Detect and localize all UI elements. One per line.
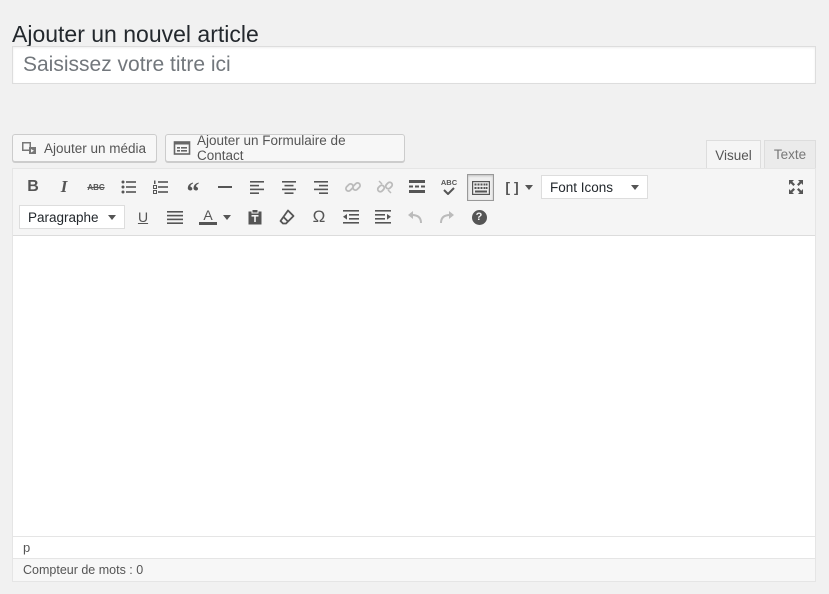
font-icons-label: Font Icons xyxy=(550,179,614,195)
link-icon xyxy=(344,178,362,196)
align-center-icon xyxy=(282,180,296,194)
omega-icon: Ω xyxy=(312,207,326,226)
remove-link-button[interactable] xyxy=(373,175,397,199)
justify-button[interactable] xyxy=(163,205,187,229)
shortcode-icon: [ ] xyxy=(505,179,519,195)
text-color-icon: A xyxy=(199,207,217,225)
editor-toolbar: B I ABC “ ABC [] Font Icons Paragraphe … xyxy=(13,169,815,236)
bold-button[interactable]: B xyxy=(21,175,45,199)
format-select[interactable]: Paragraphe xyxy=(19,205,125,229)
font-icons-select[interactable]: Font Icons xyxy=(541,175,648,199)
text-color-swatch xyxy=(199,222,217,225)
tab-visual-label: Visuel xyxy=(715,147,752,163)
word-count: Compteur de mots : 0 xyxy=(23,563,144,577)
underline-icon: U xyxy=(137,209,149,225)
title-field[interactable] xyxy=(12,46,816,84)
horizontal-rule-button[interactable] xyxy=(213,175,237,199)
redo-button[interactable] xyxy=(435,205,459,229)
strikethrough-button[interactable]: ABC xyxy=(84,175,108,199)
clear-formatting-button[interactable] xyxy=(275,205,299,229)
element-path[interactable]: p xyxy=(13,536,815,558)
insert-link-button[interactable] xyxy=(341,175,365,199)
quote-icon: “ xyxy=(186,177,200,206)
align-right-button[interactable] xyxy=(309,175,333,199)
tab-text[interactable]: Texte xyxy=(764,140,816,168)
numbered-list-button[interactable] xyxy=(149,175,173,199)
undo-icon xyxy=(407,210,423,224)
outdent-button[interactable] xyxy=(339,205,363,229)
blockquote-button[interactable]: “ xyxy=(181,175,205,206)
align-right-icon xyxy=(314,180,328,194)
fullscreen-icon xyxy=(788,179,804,195)
shortcode-button[interactable]: [ ] xyxy=(503,175,535,199)
indent-button[interactable] xyxy=(371,205,395,229)
chevron-down-icon xyxy=(223,214,231,220)
fullscreen-button[interactable] xyxy=(784,175,808,199)
bold-icon: B xyxy=(27,178,39,195)
title-input[interactable] xyxy=(13,47,815,83)
editor-content-area[interactable] xyxy=(13,236,815,536)
italic-icon: I xyxy=(60,177,68,196)
status-bar: Compteur de mots : 0 xyxy=(13,558,815,581)
numbered-list-icon xyxy=(153,180,169,194)
spellcheck-button[interactable]: ABC xyxy=(437,175,461,199)
toolbar-toggle-button[interactable] xyxy=(467,174,494,201)
align-left-button[interactable] xyxy=(245,175,269,199)
media-icon xyxy=(20,139,38,157)
chevron-down-icon xyxy=(524,184,533,190)
editor: B I ABC “ ABC [] Font Icons Paragraphe … xyxy=(12,168,816,582)
help-icon: ? xyxy=(471,209,487,225)
paste-as-text-button[interactable] xyxy=(243,205,267,229)
toolbar-row-1: B I ABC “ ABC [] Font Icons xyxy=(13,172,815,206)
indent-icon xyxy=(375,210,391,224)
justify-icon xyxy=(167,210,183,224)
underline-button[interactable]: U xyxy=(131,205,155,229)
page-title: Ajouter un nouvel article xyxy=(12,21,259,48)
keyboard-shortcuts-button[interactable]: ? xyxy=(467,205,491,229)
format-select-label: Paragraphe xyxy=(28,209,99,225)
element-path-label[interactable]: p xyxy=(23,540,30,555)
italic-button[interactable]: I xyxy=(52,175,76,199)
strikethrough-icon: ABC xyxy=(87,182,105,192)
form-icon xyxy=(173,139,191,157)
add-contact-form-button[interactable]: Ajouter un Formulaire de Contact xyxy=(165,133,405,163)
undo-button[interactable] xyxy=(403,205,427,229)
read-more-icon xyxy=(409,180,425,194)
spellcheck-label: ABC xyxy=(440,178,458,187)
eraser-icon xyxy=(279,209,295,225)
add-contact-form-label: Ajouter un Formulaire de Contact xyxy=(197,133,346,163)
align-left-icon xyxy=(250,180,264,194)
tab-text-label: Texte xyxy=(773,147,807,162)
add-media-label: Ajouter un média xyxy=(44,140,147,156)
tab-visual[interactable]: Visuel xyxy=(706,140,761,169)
chevron-down-icon xyxy=(108,214,116,220)
toolbar-row-2: Paragraphe U A Ω ? xyxy=(13,202,815,232)
special-character-button[interactable]: Ω xyxy=(307,205,331,229)
chevron-down-icon xyxy=(631,184,639,190)
redo-icon xyxy=(439,210,455,224)
horizontal-rule-icon xyxy=(218,185,232,189)
align-center-button[interactable] xyxy=(277,175,301,199)
spellcheck-icon: ABC xyxy=(441,179,457,195)
add-media-button[interactable]: Ajouter un média xyxy=(12,134,157,162)
insert-more-button[interactable] xyxy=(405,175,429,199)
clipboard-icon xyxy=(247,209,263,225)
outdent-icon xyxy=(343,210,359,224)
bullet-list-icon xyxy=(121,180,137,194)
text-color-button[interactable]: A xyxy=(195,205,235,229)
keyboard-icon xyxy=(471,180,490,195)
bullet-list-button[interactable] xyxy=(117,175,141,199)
text-color-label: A xyxy=(203,207,213,223)
unlink-icon xyxy=(376,178,394,196)
